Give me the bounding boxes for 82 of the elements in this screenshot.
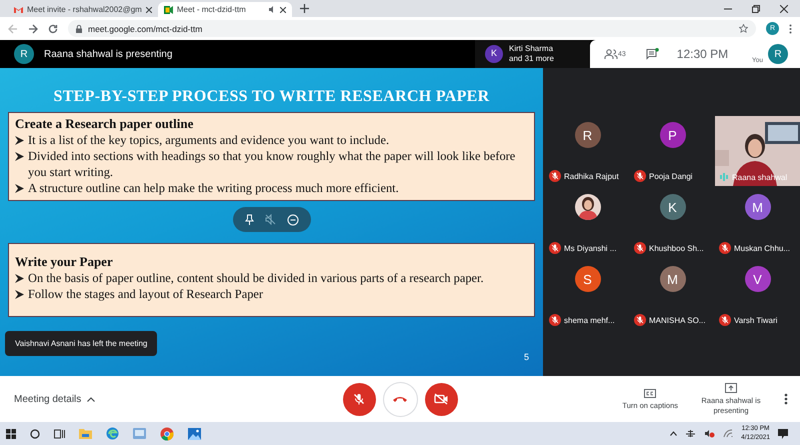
speaker-icon: [268, 6, 276, 13]
wifi-icon[interactable]: [723, 429, 734, 438]
presenter-label: Raana shahwal is presenting: [44, 48, 172, 60]
avatar: V: [744, 266, 770, 292]
participant-name: MANISHA SO...: [649, 316, 706, 324]
microphone-icon: [352, 392, 366, 406]
search-icon[interactable]: [30, 428, 40, 438]
participant-name: Radhika Rajput: [564, 172, 619, 180]
microphone-button[interactable]: [342, 382, 376, 416]
chevron-up-icon: [87, 396, 96, 402]
browser-tab[interactable]: Meet invite - rshahwal2002@gm: [8, 2, 158, 17]
bullet-text: On the basis of paper outline, content should be divided in various parts of a research paper.: [28, 270, 484, 286]
bullet-text: Follow the stages and layout of Research Paper: [28, 286, 264, 302]
new-tab-icon[interactable]: [300, 4, 309, 13]
arrow-bullet-icon: [15, 290, 24, 299]
participant-name: Khushboo Sh...: [649, 244, 704, 252]
participant-name: Pooja Dangi: [649, 172, 693, 180]
participant-name: Kirti Sharma: [509, 44, 554, 54]
slide-title: STEP-BY-STEP PROCESS TO WRITE RESEARCH PAPER: [52, 88, 490, 106]
avatar: M: [660, 266, 686, 292]
address-bar[interactable]: meet.google.com/mct-dzid-ttm: [68, 20, 756, 37]
avatar: S: [574, 266, 600, 292]
more-participants: and 31 more: [509, 54, 554, 64]
section-heading: Write your Paper: [15, 254, 114, 270]
browser-icon[interactable]: [106, 427, 119, 440]
camera-icon: [434, 393, 448, 405]
bullet-text: Divided into sections with headings so that you know roughly what the paper will look like before you start writing.: [28, 148, 516, 180]
pin-icon[interactable]: [244, 214, 254, 225]
section-heading: Create a Research paper outline: [15, 116, 194, 132]
audio-level-icon: [719, 172, 729, 182]
present-screen-icon: [725, 383, 737, 394]
people-icon[interactable]: [604, 49, 618, 59]
meeting-details-button[interactable]: Meeting details: [0, 394, 342, 404]
bullet-text: It is a list of the key topics, arguments and evidence you want to include.: [28, 132, 390, 148]
chrome-icon[interactable]: [160, 426, 174, 440]
browser-tab[interactable]: Meet - mct-dzid-ttm: [158, 2, 292, 17]
avatar: R: [574, 122, 600, 148]
close-icon[interactable]: [280, 6, 286, 12]
clock: 12:30 PM: [676, 47, 728, 61]
notification-icon[interactable]: [778, 428, 788, 438]
video-camera-icon: [164, 6, 173, 14]
mail-icon: [14, 6, 23, 13]
chevron-up-icon[interactable]: [670, 431, 678, 436]
avatar: K: [660, 194, 686, 220]
participant-name: Varsh Tiwari: [734, 316, 778, 324]
notification-toast: Vaishnavi Asnani has left the meeting: [5, 331, 158, 356]
remove-icon[interactable]: [287, 214, 300, 226]
start-icon[interactable]: [6, 428, 16, 438]
self-avatar[interactable]: R: [768, 44, 788, 64]
arrow-bullet-icon: [15, 152, 24, 162]
arrow-bullet-icon: [15, 136, 24, 145]
camera-button[interactable]: [424, 382, 458, 416]
close-icon[interactable]: [146, 6, 152, 12]
captions-icon: [644, 388, 656, 398]
participant-avatar: K: [485, 45, 503, 63]
restore-icon[interactable]: [752, 4, 760, 12]
folder-icon[interactable]: [79, 428, 92, 439]
reload-icon[interactable]: [48, 24, 58, 34]
mute-icon[interactable]: [264, 214, 276, 225]
arrow-bullet-icon: [15, 274, 24, 282]
chat-icon[interactable]: [646, 48, 659, 60]
close-icon[interactable]: [780, 4, 788, 12]
forward-icon[interactable]: [28, 24, 38, 34]
bullet-text: A structure outline can help make the writing process much more efficient.: [28, 180, 399, 196]
phone-icon: [392, 395, 408, 403]
avatar: M: [744, 194, 770, 220]
hang-up-button[interactable]: [384, 382, 416, 416]
network-icon[interactable]: [685, 429, 696, 438]
more-icon[interactable]: [789, 24, 792, 34]
volume-icon[interactable]: [704, 429, 716, 438]
photos-icon[interactable]: [188, 428, 201, 440]
participant-name: Muskan Chhu...: [734, 244, 790, 252]
more-options-icon[interactable]: [784, 393, 788, 405]
arrow-bullet-icon: [15, 184, 24, 194]
participant-name: Ms Diyanshi ...: [564, 244, 616, 252]
avatar: P: [660, 122, 686, 148]
task-view-icon[interactable]: [54, 428, 65, 438]
presenter-avatar: R: [14, 44, 34, 64]
participant-name: shema mehf...: [564, 316, 615, 324]
star-icon[interactable]: [739, 24, 748, 33]
slide-number: 5: [524, 352, 530, 362]
lock-icon: [76, 24, 82, 32]
